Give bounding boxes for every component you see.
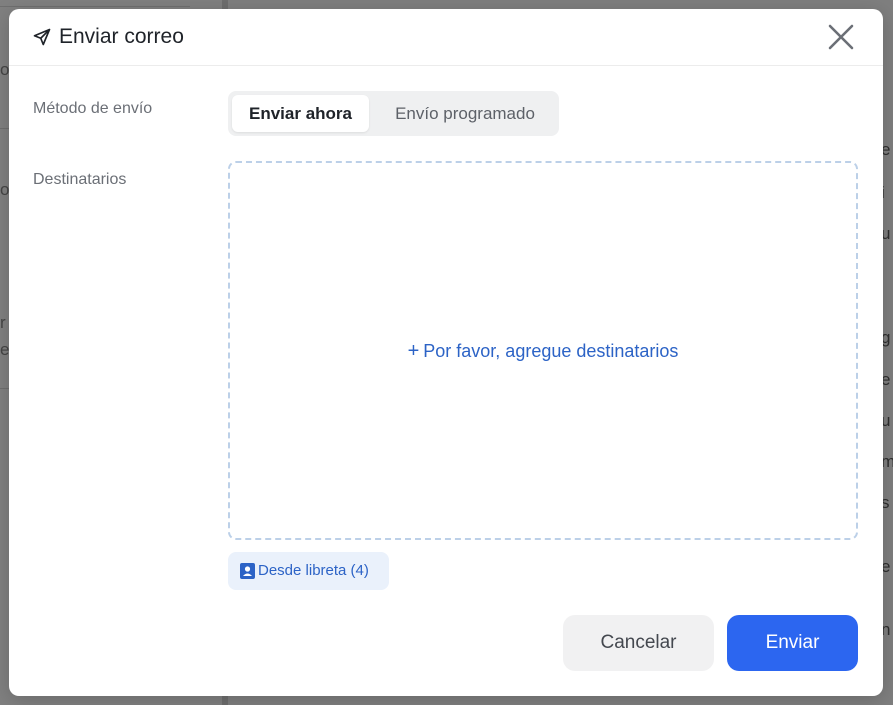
plus-icon: + — [407, 340, 420, 362]
send-icon — [33, 28, 51, 46]
add-recipients-text: Por favor, agregue destinatarios — [423, 341, 679, 361]
address-book-button[interactable]: Desde libreta (4) — [228, 552, 389, 590]
recipients-drop-zone[interactable]: + Por favor, agregue destinatarios — [228, 161, 858, 540]
send-method-selector: Enviar ahora Envío programado — [228, 91, 559, 136]
contact-book-icon — [240, 563, 255, 579]
add-recipients-link[interactable]: + Por favor, agregue destinatarios — [230, 340, 856, 363]
send-method-label: Método de envío — [33, 100, 153, 117]
recipients-label: Destinatarios — [33, 171, 127, 188]
close-icon[interactable] — [827, 23, 855, 51]
send-email-dialog: Enviar correo Método de envío Enviar aho… — [9, 9, 883, 696]
dialog-title: Enviar correo — [59, 25, 184, 48]
background-text-fragment: r — [0, 313, 6, 332]
scheduled-send-option[interactable]: Envío programado — [376, 95, 554, 132]
dialog-header: Enviar correo — [9, 9, 883, 66]
send-button[interactable]: Enviar — [727, 615, 858, 671]
background-divider — [0, 6, 190, 7]
send-now-option[interactable]: Enviar ahora — [232, 95, 369, 132]
address-book-label: Desde libreta (4) — [258, 562, 369, 579]
cancel-button[interactable]: Cancelar — [563, 615, 714, 671]
